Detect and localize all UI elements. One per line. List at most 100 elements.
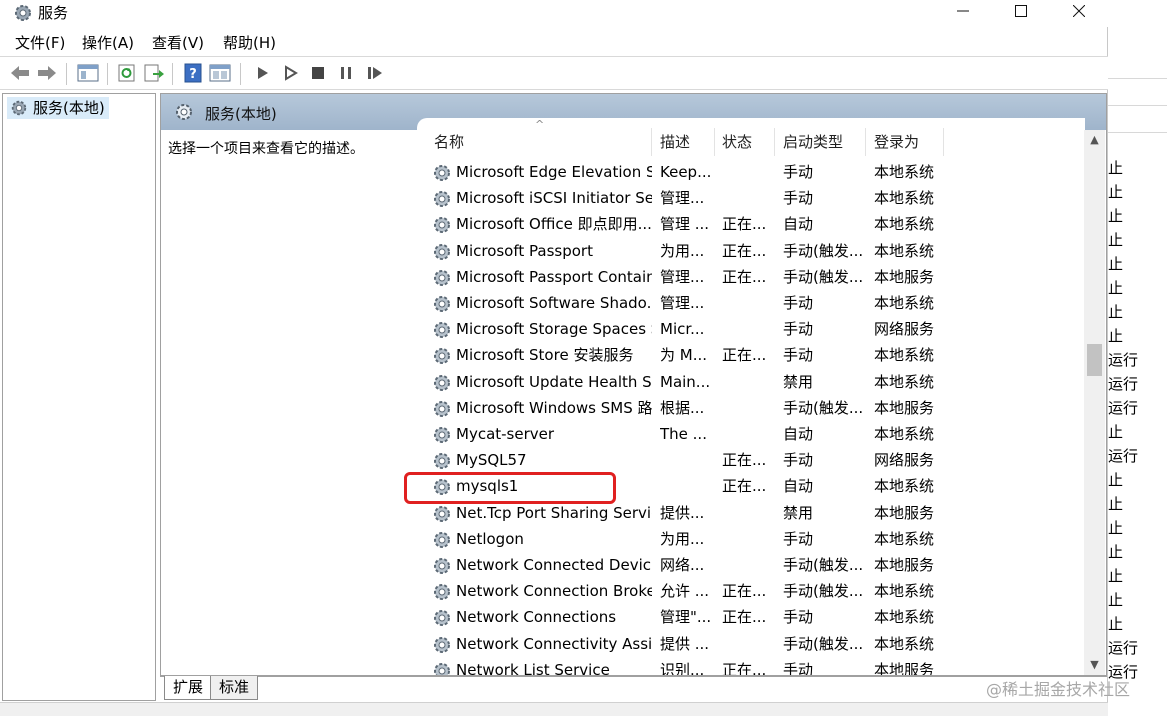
background-status-cell: 运行 [1108,639,1139,657]
service-logon-as: 本地系统 [874,582,935,601]
background-status-cell: 止 [1108,567,1124,585]
column-divider[interactable] [865,128,866,156]
service-status: 正在... [722,660,767,675]
service-logon-as: 本地系统 [874,189,935,208]
refresh-icon[interactable] [116,63,138,83]
service-logon-as: 本地服务 [874,398,935,417]
service-name: Microsoft Edge Elevation S... [456,163,652,181]
background-status-cell: 止 [1108,495,1124,513]
service-startup-type: 手动(触发... [783,634,864,653]
service-row[interactable]: Network Connected Devic... 网络... 手动(触发... 本… [417,552,1085,578]
service-gear-icon [432,268,452,288]
menu-view[interactable]: 查看(V) [152,32,204,53]
background-status-cell: 止 [1108,615,1124,633]
service-gear-icon [432,242,452,262]
service-row[interactable]: Microsoft Storage Spaces S... Micr... 手动 网络… [417,316,1085,342]
menu-file[interactable]: 文件(F) [15,32,65,53]
service-row[interactable]: Network Connections 管理"... 正在... 手动 本地系统 [417,604,1085,630]
service-name: Microsoft Office 即点即用... [456,215,652,234]
service-name: Microsoft Update Health S... [456,372,652,391]
column-header-status[interactable]: 状态 [722,128,752,156]
column-header-description[interactable]: 描述 [660,128,690,156]
service-description: 提供 ... [660,634,710,653]
service-gear-icon [432,320,452,340]
column-divider[interactable] [714,128,715,156]
service-description: 为用... [660,529,705,548]
service-row[interactable]: Microsoft Edge Elevation S... Keep... 手动 本地… [417,159,1085,185]
service-gear-icon [432,504,452,524]
service-row[interactable]: Microsoft Update Health S... Main... 禁用 本地系… [417,369,1085,395]
service-status: 正在... [722,215,767,234]
help-icon[interactable]: ? [182,63,204,83]
tree-item-label: 服务(本地) [33,99,105,117]
column-divider[interactable] [774,128,775,156]
service-description: The ... [660,425,707,443]
background-status-cell: 止 [1108,471,1124,489]
menu-help[interactable]: 帮助(H) [223,32,276,53]
scroll-up-arrow-icon[interactable]: ▲ [1084,130,1105,150]
service-gear-icon [432,373,452,393]
export-list-icon[interactable] [143,63,165,83]
service-gear-icon [432,582,452,602]
service-description: 管理"... [660,608,712,627]
service-name: Netlogon [456,529,524,548]
service-name: Network Connected Devic... [456,556,652,574]
service-row[interactable]: MySQL57 正在... 手动 网络服务 [417,447,1085,473]
service-row[interactable]: Netlogon 为用... 手动 本地系统 [417,526,1085,552]
services-pane: 服务(本地) 选择一个项目来查看它的描述。 ^ 名称 描述 状态 启动类型 登录… [160,93,1107,676]
description-prompt: 选择一个项目来查看它的描述。 [168,141,364,157]
scroll-down-arrow-icon[interactable]: ▼ [1084,655,1105,675]
service-description: Keep... [660,163,712,181]
column-divider[interactable] [943,128,944,156]
service-name: Network List Service [456,660,610,675]
service-row[interactable]: Microsoft Passport Container 管理... 正在... 手动… [417,264,1085,290]
stop-service-icon[interactable] [307,63,329,83]
service-logon-as: 本地系统 [874,294,935,312]
service-logon-as: 本地服务 [874,267,935,286]
close-button[interactable] [1050,0,1108,22]
minimize-button[interactable] [934,0,992,22]
service-name: Microsoft Passport Container [456,267,652,286]
service-row[interactable]: Microsoft Passport 为用... 正在... 手动(触发... 本地系统 [417,238,1085,264]
service-row[interactable]: Network Connection Broker 允许 ... 正在... 手动(触… [417,578,1085,604]
tab-standard[interactable]: 标准 [210,676,259,700]
service-row[interactable]: Network List Service 识别... 正在... 手动 本地服务 [417,657,1085,675]
service-row[interactable]: Microsoft Office 即点即用... 管理 ... 正在... 自动 本地系… [417,211,1085,237]
pause-service-icon[interactable] [335,63,357,83]
start-service-icon[interactable] [252,63,274,83]
highlight-annotation [404,472,616,504]
scroll-thumb[interactable] [1087,344,1102,376]
service-row[interactable]: Microsoft iSCSI Initiator Ser... 管理... 手动 本… [417,185,1085,211]
service-status: 正在... [722,477,767,496]
view-tabs: 扩展 标准 [160,676,1107,700]
service-row[interactable]: Microsoft Software Shado... 管理... 手动 本地系统 [417,290,1085,316]
restart-service-icon[interactable] [364,63,386,83]
background-status-cell: 止 [1108,423,1124,441]
show-console-tree-icon[interactable] [77,63,99,83]
vertical-scrollbar[interactable]: ▲ ▼ [1084,130,1105,675]
service-gear-icon [432,608,452,628]
service-description: 管理... [660,189,705,208]
service-row[interactable]: Microsoft Windows SMS 路... 根据... 手动(触发... 本… [417,395,1085,421]
background-status-cell: 止 [1108,207,1124,225]
status-bar [0,702,1108,716]
column-header-name[interactable]: 名称 [434,128,464,156]
service-gear-icon [432,189,452,209]
properties-icon[interactable] [209,63,231,83]
divider [1108,78,1167,79]
tab-extended[interactable]: 扩展 [164,676,213,700]
column-header-startup-type[interactable]: 启动类型 [783,128,843,156]
service-row[interactable]: Network Connectivity Assis... 提供 ... 手动(触发… [417,631,1085,657]
service-startup-type: 手动 [783,189,814,208]
start-service-params-icon[interactable] [280,63,302,83]
forward-arrow-icon[interactable] [36,63,58,83]
back-arrow-icon[interactable] [9,63,31,83]
column-divider[interactable] [651,128,652,156]
service-logon-as: 本地系统 [874,425,935,443]
maximize-button[interactable] [992,0,1050,22]
tree-item-services-local[interactable]: 服务(本地) [7,97,109,119]
column-header-logon-as[interactable]: 登录为 [874,128,919,156]
service-row[interactable]: Microsoft Store 安装服务 为 M... 正在... 手动 本地系统 [417,342,1085,368]
menu-action[interactable]: 操作(A) [82,32,134,53]
service-row[interactable]: Mycat-server The ... 自动 本地系统 [417,421,1085,447]
